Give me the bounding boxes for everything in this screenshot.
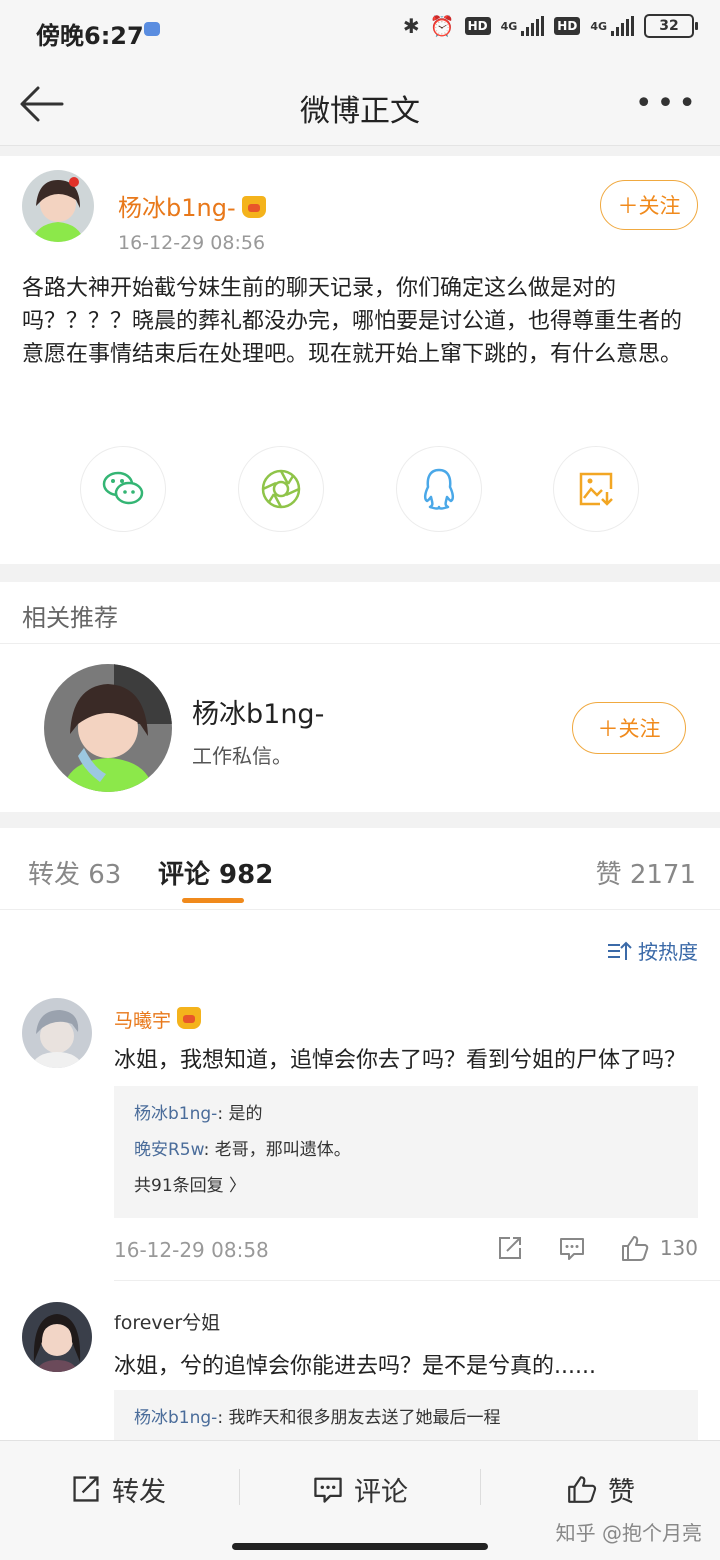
comment-author[interactable]: forever兮姐 <box>114 1308 220 1335</box>
share-wechat-button[interactable] <box>80 446 166 532</box>
separator <box>239 1469 240 1505</box>
qq-icon <box>423 468 455 510</box>
related-avatar[interactable] <box>44 664 172 792</box>
related-follow-button[interactable]: ＋关注 <box>572 702 686 754</box>
reply-author[interactable]: 晚安R5w <box>134 1140 204 1160</box>
vip-crown-icon <box>241 196 266 218</box>
reply-author[interactable]: 杨冰b1ng- <box>134 1408 217 1428</box>
comment-author-text[interactable]: 马曦宇 <box>114 1010 171 1032</box>
reply-text: : 是的 <box>217 1104 263 1124</box>
share-qq-button[interactable] <box>396 446 482 532</box>
comment-author[interactable]: 马曦宇 <box>114 1006 202 1033</box>
reply-item[interactable]: 晚安R5w: 老哥，那叫遗体。 <box>134 1132 678 1168</box>
tab-repost[interactable]: 转发 63 <box>28 854 121 891</box>
signal-icon-2 <box>611 16 634 36</box>
more-replies-link[interactable]: 共91条回复 〉 <box>134 1168 678 1204</box>
like-button-bottom[interactable]: 赞 <box>566 1467 635 1511</box>
thumbs-up-icon <box>568 1476 597 1503</box>
comment-label[interactable]: 评论 <box>354 1470 408 1509</box>
nav-bar: 微博正文 ••• <box>0 62 720 146</box>
comment-time: 16-12-29 08:58 <box>114 1238 269 1262</box>
more-icon[interactable]: ••• <box>635 86 700 121</box>
alarm-icon: ⏰ <box>429 14 455 38</box>
hd-icon-2: HD <box>554 17 581 35</box>
reply-box[interactable]: 杨冰b1ng-: 是的 晚安R5w: 老哥，那叫遗体。 共91条回复 〉 <box>114 1086 698 1218</box>
status-time: 傍晚6:27 <box>36 22 144 50</box>
watermark: 知乎 @抱个月亮 <box>555 1521 702 1545</box>
related-user-card[interactable]: 杨冰b1ng- 工作私信。 ＋关注 <box>0 644 720 812</box>
tab-active-indicator <box>182 898 244 903</box>
sort-icon <box>608 941 632 960</box>
status-icons: ✱ ⏰ HD 4G HD 4G 32 <box>402 14 698 38</box>
related-name[interactable]: 杨冰b1ng- <box>192 692 324 731</box>
repost-button[interactable]: 转发 <box>70 1467 166 1511</box>
reply-text: : 我昨天和很多朋友去送了她最后一程 <box>217 1408 501 1428</box>
comment-avatar[interactable] <box>22 998 92 1068</box>
author-name[interactable]: 杨冰b1ng- <box>118 188 266 223</box>
bluetooth-icon: ✱ <box>402 14 420 38</box>
comment-text: 冰姐，我想知道，追悼会你去了吗？看到兮姐的尸体了吗？ <box>114 1048 687 1073</box>
tab-comment[interactable]: 评论 982 <box>158 854 273 891</box>
home-indicator[interactable] <box>232 1543 488 1550</box>
post-card: 杨冰b1ng- 16-12-29 08:56 ＋关注 各路大神开始截兮妹生前的聊… <box>0 156 720 564</box>
reply-item[interactable]: 杨冰b1ng-: 是的 <box>134 1096 678 1132</box>
notification-icon <box>144 22 160 36</box>
comment-icon[interactable] <box>558 1234 586 1262</box>
related-desc: 工作私信。 <box>192 744 292 768</box>
related-title: 相关推荐 <box>22 604 118 632</box>
sort-label[interactable]: 按热度 <box>638 936 698 965</box>
comment-actions: 130 <box>496 1234 698 1262</box>
tab-like[interactable]: 赞 2171 <box>596 854 696 891</box>
author-name-text[interactable]: 杨冰b1ng- <box>118 194 236 222</box>
repost-label[interactable]: 转发 <box>112 1470 166 1509</box>
like-button[interactable]: 130 <box>620 1234 698 1262</box>
follow-button[interactable]: ＋关注 <box>600 180 698 230</box>
comment-avatar[interactable] <box>22 1302 92 1372</box>
save-image-button[interactable] <box>553 446 639 532</box>
interaction-tabs: 转发 63 评论 982 赞 2171 <box>0 828 720 910</box>
reply-text: : 老哥，那叫遗体。 <box>203 1140 351 1160</box>
comment-button[interactable]: 评论 <box>312 1467 408 1511</box>
reply-author[interactable]: 杨冰b1ng- <box>134 1104 217 1124</box>
related-header: 相关推荐 <box>0 582 720 644</box>
moments-icon <box>261 469 301 509</box>
network-type: 4G <box>500 19 518 33</box>
share-moments-button[interactable] <box>238 446 324 532</box>
hd-icon: HD <box>464 17 491 35</box>
comment-divider <box>114 1280 720 1281</box>
battery-icon: 32 <box>644 14 698 38</box>
network-type-2: 4G <box>590 19 607 33</box>
status-bar: 傍晚6:27 ✱ ⏰ HD 4G HD 4G 32 <box>0 0 720 62</box>
signal-icon <box>521 16 545 36</box>
page-title: 微博正文 <box>300 94 420 129</box>
sort-button[interactable]: 按热度 <box>606 936 698 965</box>
comment-icon <box>314 1477 342 1503</box>
post-time: 16-12-29 08:56 <box>118 232 266 254</box>
vip-crown-icon <box>177 1007 202 1029</box>
comment-list: 按热度 马曦宇 冰姐，我想知道，追悼会你去了吗？看到兮姐的尸体了吗？ 杨冰b1n… <box>0 910 720 1440</box>
post-text: 各路大神开始截兮妹生前的聊天记录，你们确定这么做是对的吗？？？？晓晨的葬礼都没办… <box>22 276 683 367</box>
save-image-icon <box>579 472 613 506</box>
reply-item[interactable]: 杨冰b1ng-: 我昨天和很多朋友去送了她最后一程 <box>134 1400 678 1436</box>
like-label[interactable]: 赞 <box>608 1470 635 1509</box>
like-count: 130 <box>659 1236 698 1260</box>
author-avatar[interactable] <box>22 170 94 242</box>
separator <box>480 1469 481 1505</box>
comment-text: 冰姐，兮的追悼会你能进去吗？是不是兮真的...... <box>114 1354 596 1379</box>
repost-icon[interactable] <box>496 1234 524 1262</box>
reply-box[interactable]: 杨冰b1ng-: 我昨天和很多朋友去送了她最后一程 <box>114 1390 698 1440</box>
thumbs-up-icon[interactable] <box>620 1234 650 1262</box>
wechat-icon <box>102 471 144 505</box>
repost-icon <box>73 1476 99 1502</box>
bottom-action-bar: 转发 评论 赞 知乎 @抱个月亮 <box>0 1440 720 1560</box>
